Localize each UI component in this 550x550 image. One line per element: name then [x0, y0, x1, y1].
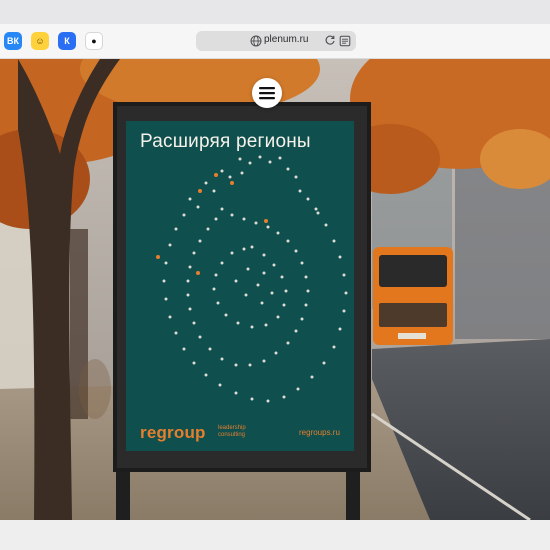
reader-mode-icon[interactable]	[339, 35, 351, 47]
hamburger-icon	[259, 87, 275, 100]
browser-toolbar: ВК ☺ К ● plenum.ru	[0, 24, 550, 59]
poster-website: regroups.ru	[299, 428, 340, 437]
ok-icon[interactable]: ●	[85, 32, 103, 50]
globe-icon	[250, 35, 262, 47]
brand-tagline-2: consulting	[218, 432, 246, 438]
vk-icon[interactable]: ВК	[4, 32, 22, 50]
bottom-bar	[0, 520, 550, 550]
smile-icon[interactable]: ☺	[31, 32, 49, 50]
brand-logo: regroup	[140, 423, 206, 442]
k-icon[interactable]: К	[58, 32, 76, 50]
address-bar[interactable]: plenum.ru	[196, 31, 356, 51]
poster-title: Расширяя регионы	[140, 131, 311, 152]
window-top-strip	[0, 0, 550, 24]
brand-tagline-1: leadership	[218, 425, 246, 431]
web-content	[0, 59, 550, 520]
reload-icon[interactable]	[324, 34, 336, 46]
menu-button[interactable]	[252, 78, 282, 108]
street-scene	[0, 59, 550, 520]
browser-window: ВК ☺ К ● plenum.ru Расширяя регионы regr…	[0, 0, 550, 550]
address-url: plenum.ru	[264, 34, 309, 45]
